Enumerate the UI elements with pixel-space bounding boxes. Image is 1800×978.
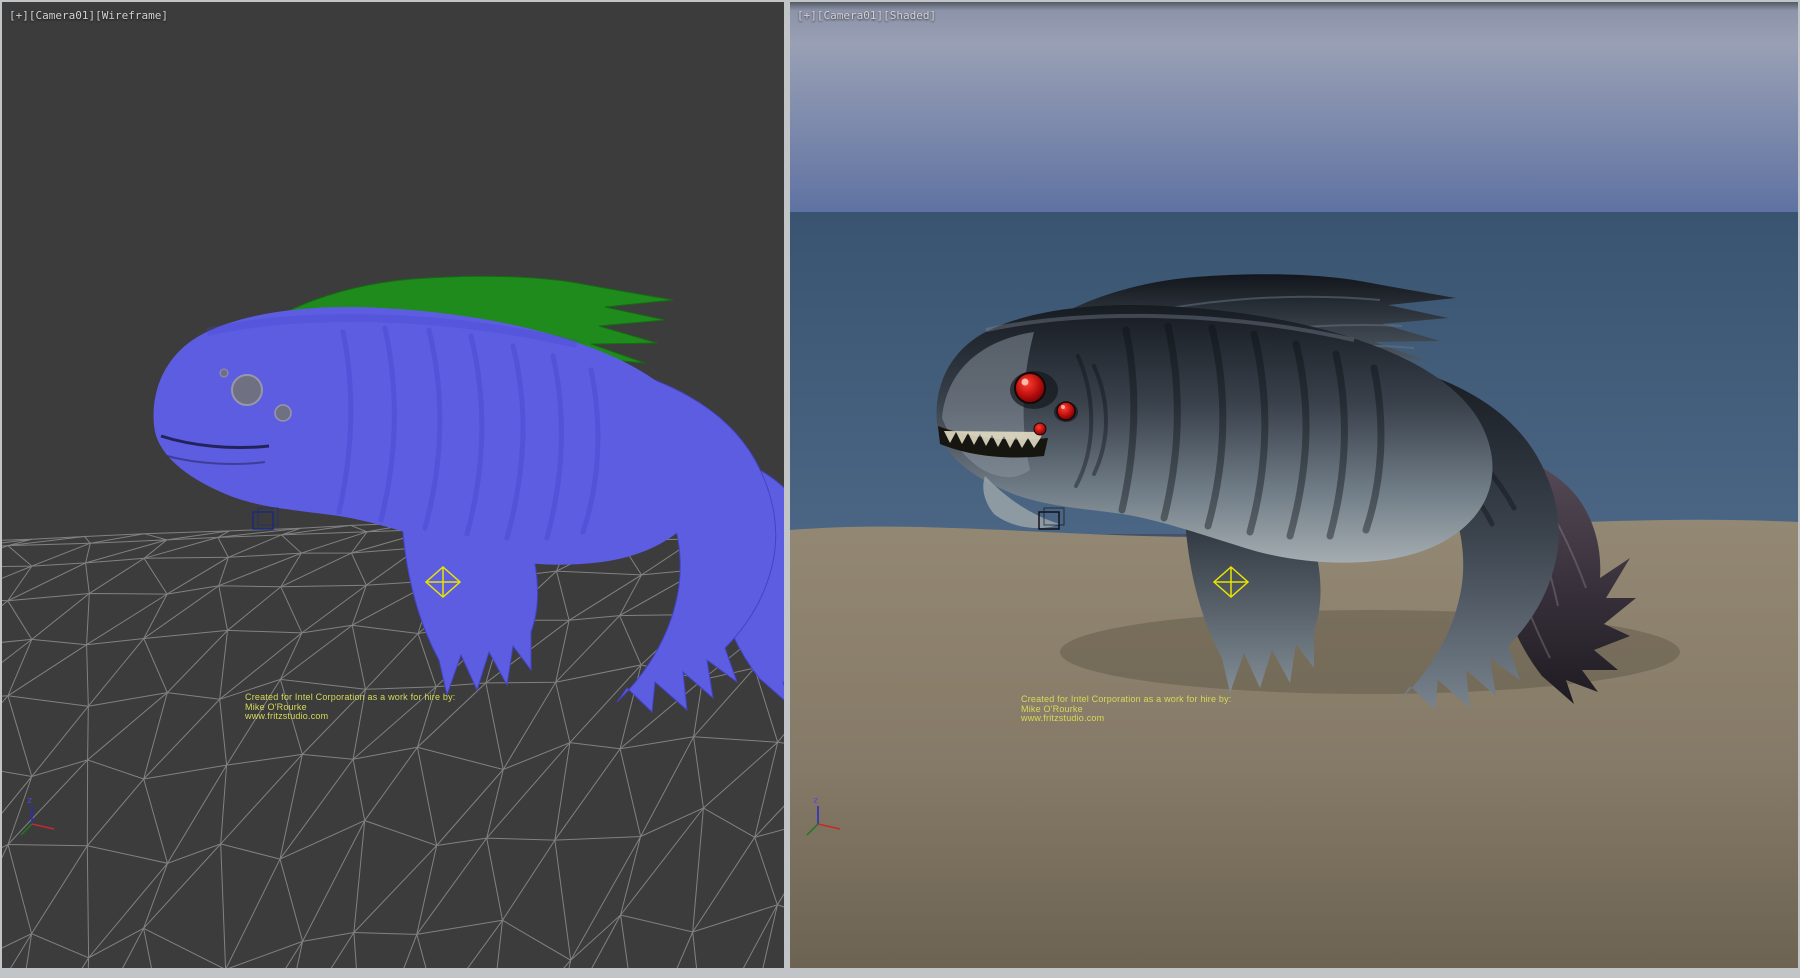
axis-x-line (32, 824, 54, 829)
wireframe-scene: z (2, 2, 784, 968)
eye-highlight (1022, 379, 1029, 386)
viewport-menu-pov[interactable]: [Camera01] (29, 9, 95, 22)
shaded-scene: z (790, 2, 1798, 968)
viewport-wireframe[interactable]: z [+][Camera01][Wireframe] Created for I… (2, 2, 784, 968)
viewport-shaded[interactable]: z [+][Camera01][Shaded] Created for Inte… (790, 2, 1798, 968)
fish-eye-red (1015, 373, 1045, 403)
watermark-line3: www.fritzstudio.com (1021, 714, 1232, 724)
fish-eye-red-mid (1057, 402, 1075, 420)
sky-background (790, 2, 1798, 214)
axis-z-label: z (27, 796, 32, 806)
viewport-label: [+][Camera01][Shaded] (797, 9, 936, 22)
viewport-menu-pov[interactable]: [Camera01] (817, 9, 883, 22)
fish-eye-small (275, 405, 291, 421)
viewport-menu-shading[interactable]: [Shaded] (883, 9, 936, 22)
watermark: Created for Intel Corporation as a work … (245, 693, 456, 722)
watermark-line3: www.fritzstudio.com (245, 712, 456, 722)
fish-eye-dot (220, 369, 228, 377)
box-helper-gizmo[interactable] (253, 508, 278, 529)
viewport-menu-general[interactable]: [+] (797, 9, 817, 22)
eye-highlight-small (1061, 405, 1065, 409)
axis-z-label: z (813, 796, 818, 806)
fish-model-wireframe[interactable] (154, 276, 784, 712)
viewport-menu-general[interactable]: [+] (9, 9, 29, 22)
terrain-wireframe-mesh[interactable] (2, 506, 784, 968)
fish-eye (232, 375, 262, 405)
viewport-label: [+][Camera01][Wireframe] (9, 9, 168, 22)
fish-eye-red-small (1034, 423, 1046, 435)
watermark: Created for Intel Corporation as a work … (1021, 695, 1232, 724)
application-window: z [+][Camera01][Wireframe] Created for I… (0, 0, 1800, 978)
viewport-menu-shading[interactable]: [Wireframe] (95, 9, 168, 22)
world-axis-tripod: z (21, 796, 54, 835)
